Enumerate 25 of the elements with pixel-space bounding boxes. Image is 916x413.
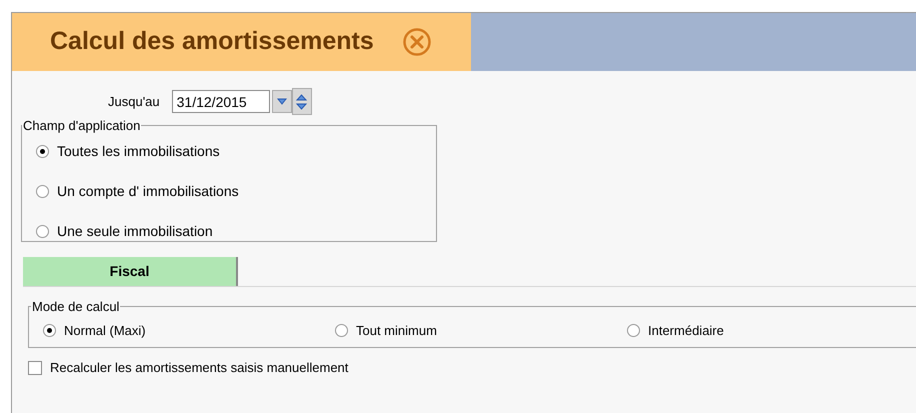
option-label: Une seule immobilisation: [57, 222, 213, 240]
group-title: Mode de calcul: [31, 298, 120, 316]
date-label: Jusqu'au: [108, 92, 160, 111]
option-label: Tout minimum: [356, 322, 437, 340]
option-label: Intermédiaire: [648, 322, 724, 340]
spin-button[interactable]: [292, 88, 312, 115]
dropdown-button[interactable]: [272, 90, 292, 113]
radio-button[interactable]: [627, 324, 640, 337]
radio-button[interactable]: [36, 224, 49, 238]
date-field[interactable]: 31/12/2015: [172, 90, 270, 113]
radio-button[interactable]: [36, 184, 49, 198]
radio-button[interactable]: [335, 324, 348, 337]
option-label: Normal (Maxi): [64, 322, 146, 340]
radio-button[interactable]: [36, 144, 49, 158]
group-title: Champ d'application: [22, 117, 142, 135]
radio-button[interactable]: [43, 324, 56, 337]
checkbox-label: Recalculer les amortissements saisis manuellement: [50, 359, 348, 377]
option-label: Toutes les immobilisations: [57, 142, 220, 160]
caret-icon: [276, 98, 287, 105]
tab[interactable]: Fiscal: [23, 257, 238, 286]
spin-icon: [296, 92, 308, 110]
close-icon[interactable]: [402, 27, 432, 57]
checkbox[interactable]: [28, 360, 42, 375]
option-label: Un compte d' immobilisations: [57, 182, 239, 201]
window-title: Calcul des amortissements: [50, 26, 374, 58]
